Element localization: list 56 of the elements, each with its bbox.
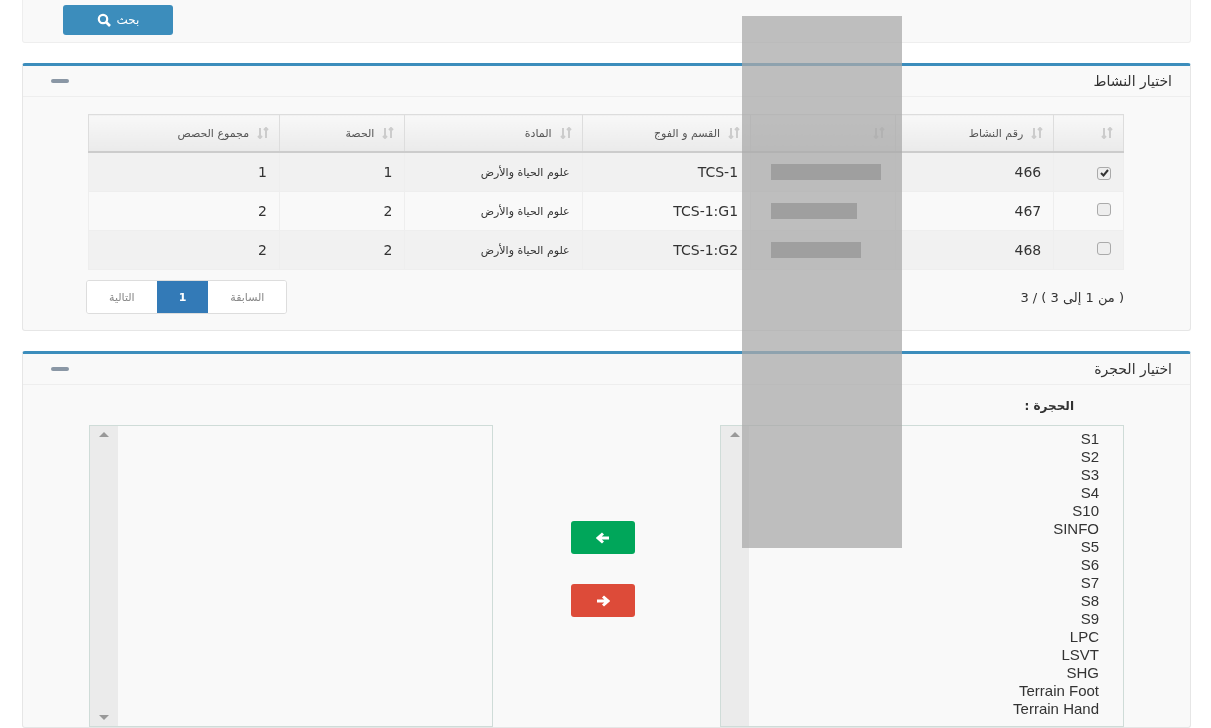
column-header[interactable]: مجموع الحصص [88,114,280,152]
table-cell: 2 [88,230,280,270]
column-header[interactable]: الحصة [279,114,405,152]
room-option[interactable]: SINFO [1053,520,1099,538]
field-label: الحجرة : [1023,399,1074,413]
room-option[interactable]: S1 [1080,430,1099,448]
collapse-icon[interactable] [51,79,69,83]
left-arrow-icon [595,531,610,544]
table-cell: 2 [279,191,405,231]
row-checkbox[interactable] [1097,242,1111,255]
panel-title: اختيار الحجرة [1094,361,1172,377]
table-cell: 1 [88,152,280,192]
table-cell: 1 [279,152,405,192]
column-header[interactable] [1053,114,1124,152]
table-cell: علوم الحياة والأرض [404,230,583,270]
table-cell: 2 [279,230,405,270]
table-cell: 2 [88,191,280,231]
pagination-button[interactable]: التالية [87,281,157,313]
search-icon [96,13,111,27]
row-checkbox[interactable] [1097,203,1111,216]
scroll-down-icon[interactable] [99,715,109,720]
sort-icon [382,127,395,139]
room-option[interactable]: LPC [1069,628,1099,646]
table-cell: علوم الحياة والأرض [404,191,583,231]
table-info: ( من 1 إلى 3 ) / 3 [1020,289,1124,305]
move-right-button[interactable] [570,584,635,617]
sort-icon [728,127,741,139]
room-option[interactable]: S4 [1080,484,1099,502]
room-option[interactable]: Terrain Hand [1013,700,1099,718]
right-arrow-icon [595,594,610,607]
room-option[interactable]: SHG [1066,664,1099,682]
room-option[interactable]: S8 [1080,592,1099,610]
sort-icon [1101,127,1113,139]
pagination-button[interactable]: 1 [156,281,209,313]
sort-icon [257,127,270,139]
move-left-button[interactable] [570,521,635,554]
table-cell: علوم الحياة والأرض [404,152,583,192]
pagination-button[interactable]: السابقة [208,281,287,313]
column-header[interactable]: المادة [404,114,583,152]
room-option[interactable]: S5 [1080,538,1099,556]
room-option[interactable]: Terrain Foot [1018,682,1099,700]
room-option[interactable]: S3 [1080,466,1099,484]
search-button[interactable]: بحث [63,5,173,35]
scroll-up-icon[interactable] [99,432,109,437]
row-checkbox[interactable] [1097,166,1111,180]
sort-icon [559,127,572,139]
panel-title: اختيار النشاط [1093,73,1172,89]
collapse-icon[interactable] [51,367,69,371]
room-option[interactable]: S2 [1080,448,1099,466]
room-option[interactable]: S6 [1080,556,1099,574]
room-option[interactable]: S10 [1072,502,1099,520]
room-option[interactable]: S9 [1080,610,1099,628]
scroll-up-icon[interactable] [730,432,740,437]
sort-icon [1031,127,1044,139]
room-option[interactable]: LSVT [1061,646,1099,664]
room-option[interactable]: S7 [1080,574,1099,592]
